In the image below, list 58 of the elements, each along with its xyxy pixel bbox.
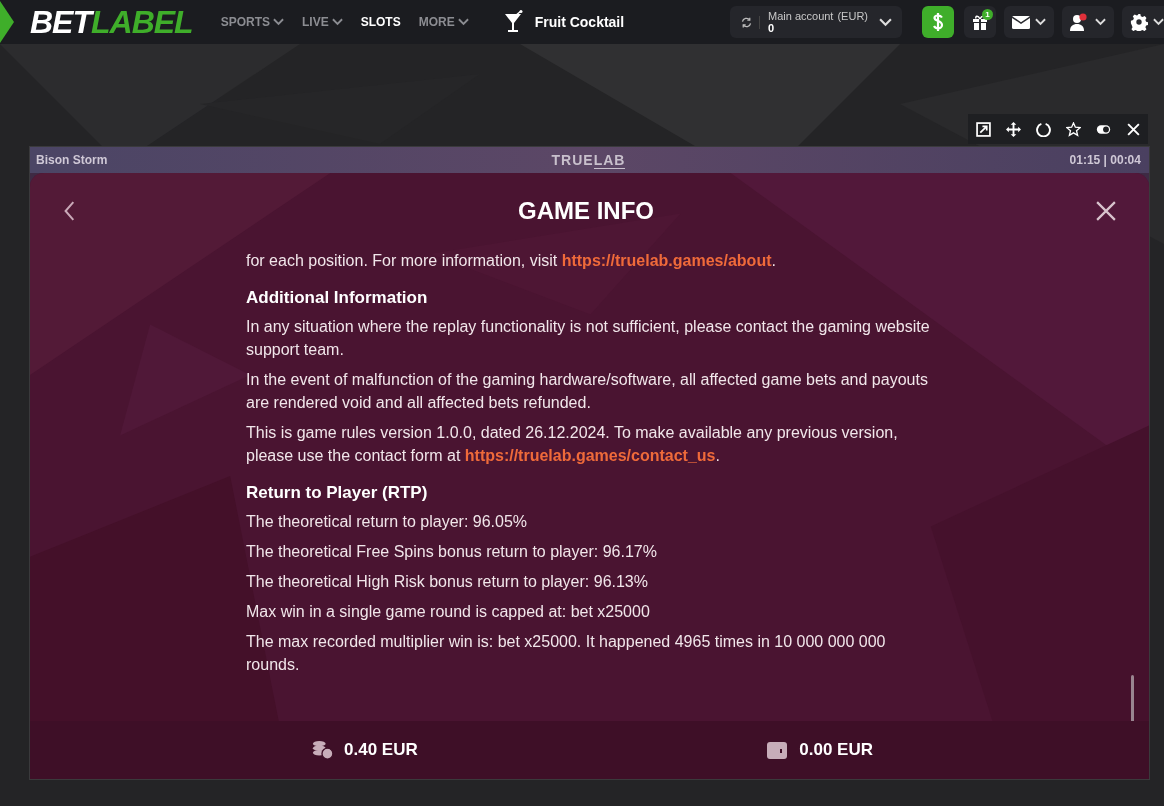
session-timer: 01:15 | 00:04 (1069, 153, 1141, 167)
settings-button[interactable] (1122, 6, 1164, 38)
nav-link[interactable]: SPORTS (220, 15, 284, 29)
wallet-icon (765, 740, 790, 760)
coins-icon (310, 740, 334, 760)
balance-amount: 0.00 EUR (799, 740, 873, 760)
paragraph: In any situation where the replay functionality is not sufficient, please contact the gaming website support team. (246, 317, 931, 360)
refresh-icon[interactable] (740, 15, 760, 29)
chevron-down-icon (879, 17, 892, 27)
paragraph: In the event of malfunction of the gaming hardware/software, all affected game bets and payouts are rendered void and all affected bets refunded. (246, 370, 929, 413)
paragraph: The theoretical return to player: 96.05% (246, 512, 529, 532)
link[interactable]: https://truelab.games/contact_us (464, 447, 716, 464)
chevron-down-icon (331, 18, 343, 26)
chevron-down-icon (457, 18, 469, 26)
scrollbar[interactable] (1131, 675, 1134, 723)
paragraph: This is game rules version 1.0.0, dated 26.12.2024. To make available any previous version, please use the contact form at https://truelab.games/contact_us. (246, 423, 899, 466)
close-icon[interactable] (1096, 201, 1116, 221)
envelope-icon (1012, 15, 1030, 29)
modal-title: GAME INFO (518, 197, 654, 225)
notification-badge: 1 (982, 9, 993, 20)
back-icon[interactable] (64, 201, 76, 221)
section-heading: Additional Information (246, 287, 429, 309)
deposit-button[interactable] (922, 6, 954, 38)
star-icon[interactable] (1065, 121, 1081, 137)
chevron-down-icon (273, 18, 284, 26)
messages-button[interactable] (1004, 6, 1054, 38)
paragraph: The max recorded multiplier win is: bet x25000. It happened 4965 times in 10 000 000 000 rounds. (246, 632, 887, 675)
bet-amount: 0.40 EUR (344, 740, 418, 760)
logo[interactable]: BETLABEL (30, 3, 193, 41)
popout-icon[interactable] (975, 121, 991, 137)
game-title: Bison Storm (36, 153, 108, 167)
paragraph: The theoretical Free Spins bonus return to player: 96.17% (246, 542, 658, 562)
paragraph: The theoretical High Risk bonus return to player: 96.13% (246, 572, 649, 592)
section-heading: Return to Player (RTP) (246, 482, 429, 504)
user-icon (1070, 13, 1090, 31)
paragraph: for each position. For more information, visit https://truelab.games/about. (246, 251, 777, 271)
chevron-down-icon (1035, 18, 1046, 26)
nav-link[interactable]: SLOTS (360, 15, 401, 29)
gift-icon (972, 14, 988, 30)
link[interactable]: https://truelab.games/about (561, 252, 772, 269)
nav-link[interactable]: MORE (418, 15, 469, 29)
account-selector[interactable]: Main account (EUR) 0 (730, 6, 902, 38)
paragraph: Max win in a single game round is capped at: bet x25000 (246, 602, 651, 622)
account-balance: 0 (768, 22, 776, 34)
gift-button[interactable]: 1 (964, 6, 996, 38)
chevron-down-icon (1153, 18, 1164, 26)
settings-icon (1130, 13, 1148, 31)
nav-link[interactable]: LIVE (302, 15, 343, 29)
move-icon[interactable] (1005, 121, 1021, 137)
chevron-down-icon (1095, 18, 1106, 26)
game-name: Fruit Cocktail (534, 14, 625, 30)
profile-button[interactable] (1062, 6, 1114, 38)
account-currency: (EUR) (837, 10, 868, 22)
cocktail-glass-icon (502, 10, 523, 34)
reload-icon[interactable] (1035, 121, 1051, 137)
account-label: Main account (768, 10, 834, 22)
dollar-icon (932, 12, 944, 32)
provider-logo: TRUELAB (551, 152, 626, 168)
